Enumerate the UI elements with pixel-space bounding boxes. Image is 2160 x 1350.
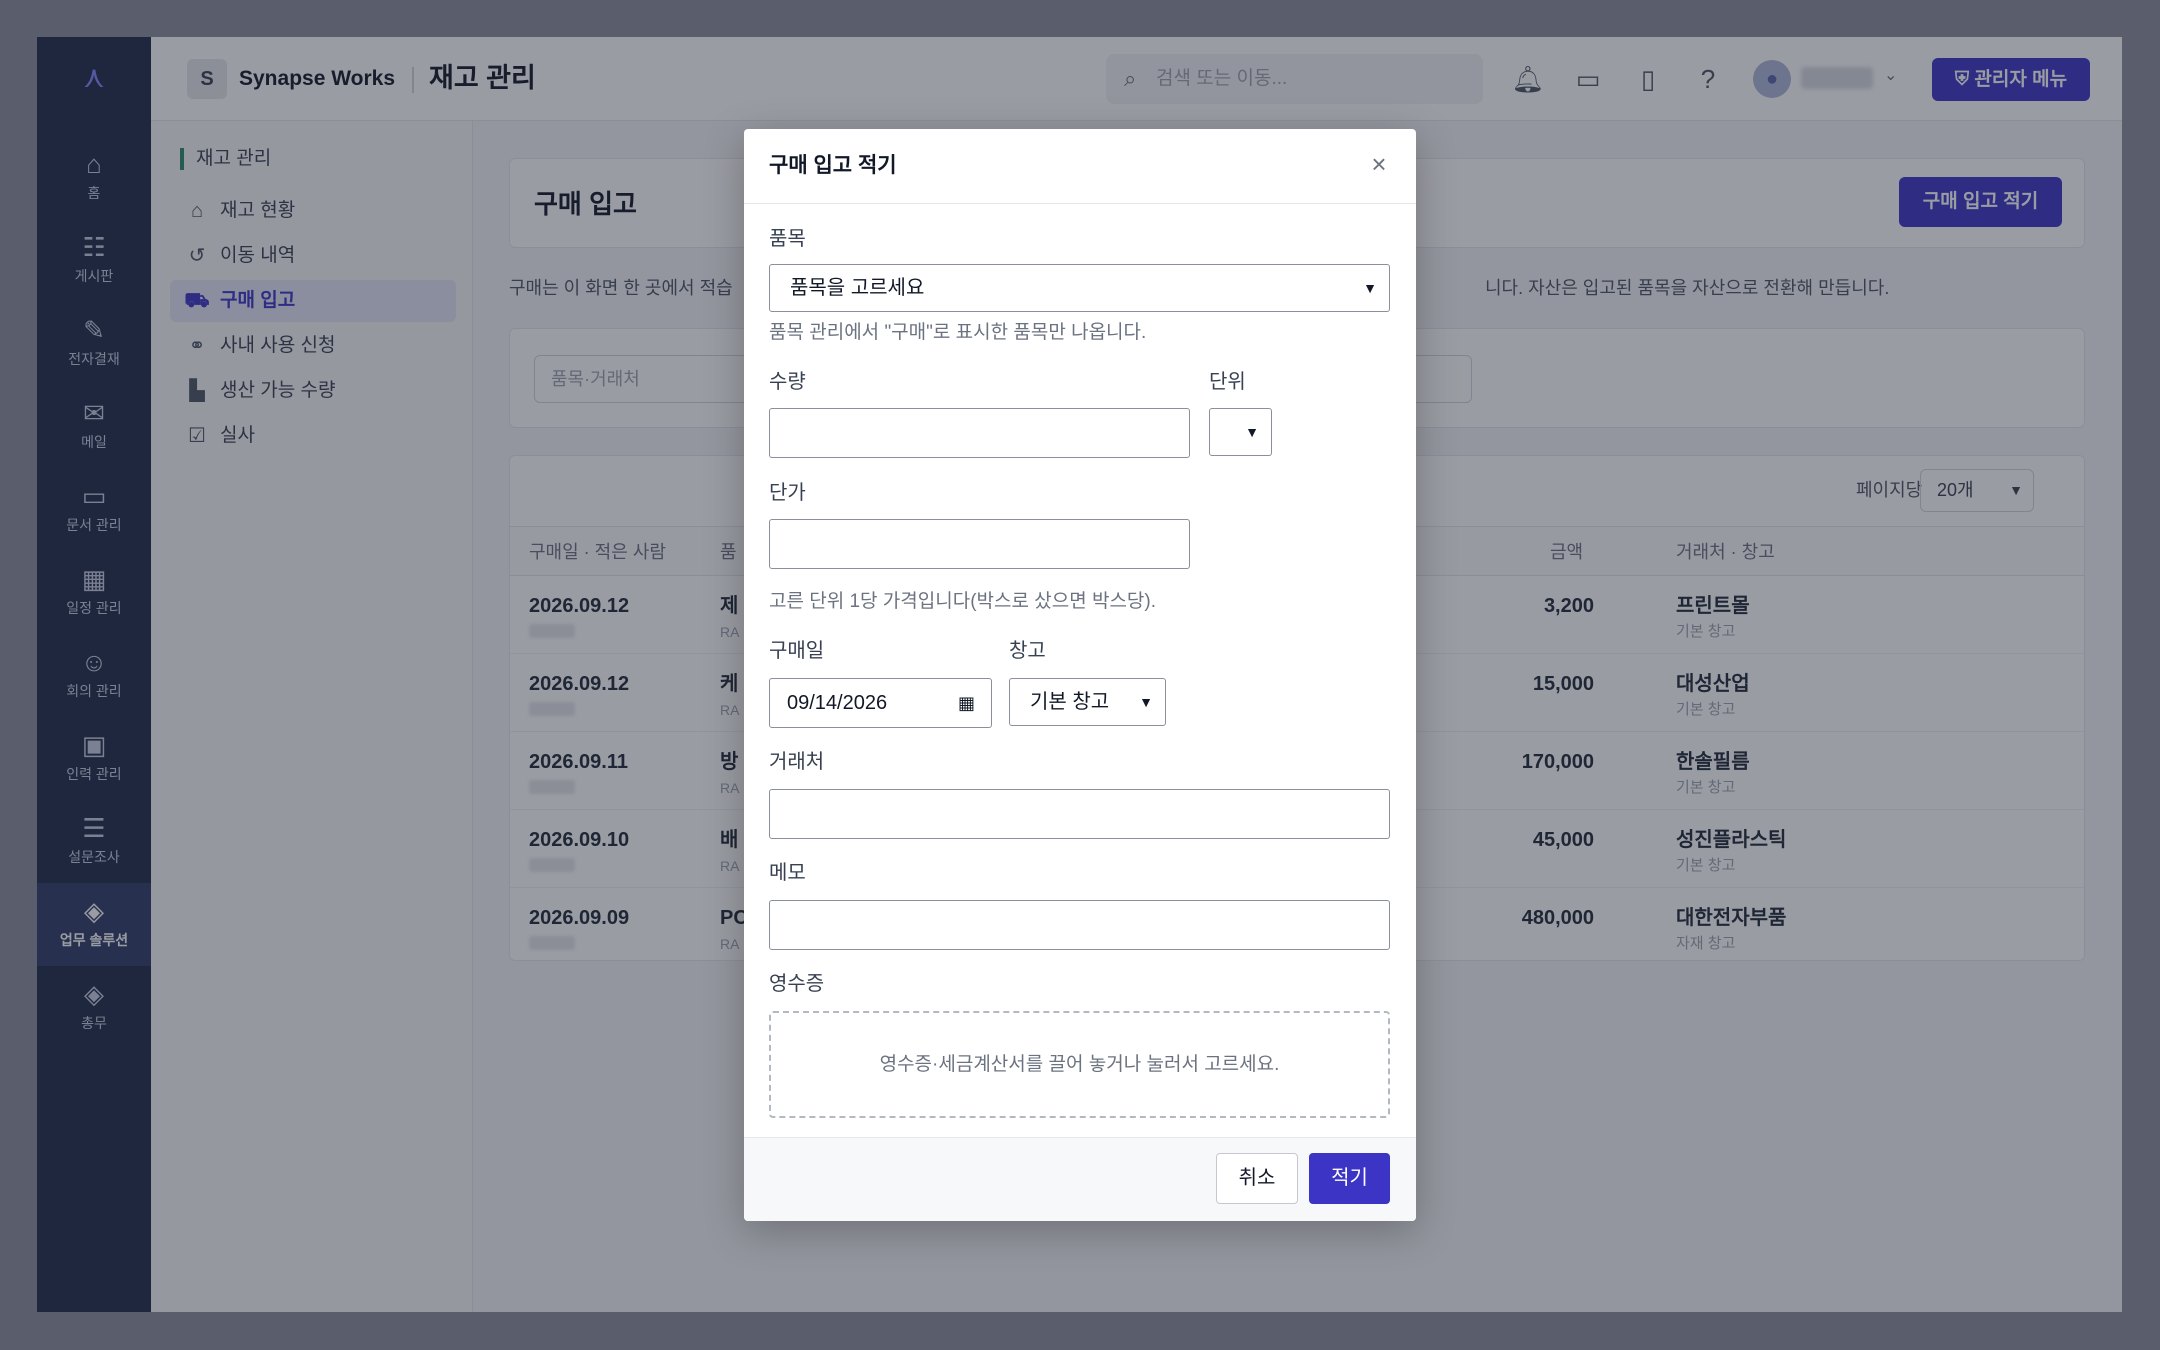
modal-title: 구매 입고 적기 [769, 154, 897, 177]
item-help-text: 품목 관리에서 "구매"로 표시한 품목만 나옵니다. [769, 322, 1147, 343]
calendar-icon[interactable]: ▦ [958, 679, 975, 727]
receipt-label: 영수증 [769, 973, 825, 995]
vendor-input[interactable] [769, 789, 1390, 839]
item-select-value: 품목을 고르세요 [790, 277, 925, 299]
cancel-button[interactable]: 취소 [1216, 1153, 1298, 1204]
purchase-date-value: 09/14/2026 [787, 692, 888, 714]
memo-input[interactable] [769, 900, 1390, 950]
warehouse-select-value: 기본 창고 [1030, 691, 1110, 713]
purchase-date-label: 구매일 [769, 640, 825, 662]
warehouse-label: 창고 [1009, 640, 1046, 662]
warehouse-select[interactable]: 기본 창고 ▼ [1009, 678, 1166, 726]
modal-footer: 취소 적기 [744, 1137, 1416, 1221]
vendor-label: 거래처 [769, 751, 825, 773]
modal-header: 구매 입고 적기 × [744, 129, 1416, 204]
unit-price-input[interactable] [769, 519, 1190, 569]
chevron-down-icon: ▼ [1139, 694, 1153, 710]
price-help-text: 고른 단위 1당 가격입니다(박스로 샀으면 박스당). [769, 591, 1157, 612]
item-label: 품목 [769, 228, 806, 250]
quantity-input[interactable] [769, 408, 1190, 458]
chevron-down-icon: ▼ [1245, 424, 1259, 440]
purchase-date-input[interactable]: 09/14/2026 ▦ [769, 678, 992, 728]
item-select[interactable]: 품목을 고르세요 ▼ [769, 264, 1390, 312]
submit-button[interactable]: 적기 [1309, 1153, 1390, 1204]
receipt-dropzone[interactable]: 영수증·세금계산서를 끌어 놓거나 눌러서 고르세요. [769, 1011, 1390, 1118]
chevron-down-icon: ▼ [1363, 280, 1377, 296]
memo-label: 메모 [769, 862, 806, 884]
close-icon[interactable]: × [1364, 149, 1394, 179]
price-label: 단가 [769, 482, 806, 504]
purchase-modal: 구매 입고 적기 × 품목 품목을 고르세요 ▼ 품목 관리에서 "구매"로 표… [744, 129, 1416, 1221]
quantity-label: 수량 [769, 371, 806, 393]
unit-select[interactable]: ▼ [1209, 408, 1272, 456]
unit-label: 단위 [1209, 371, 1246, 393]
